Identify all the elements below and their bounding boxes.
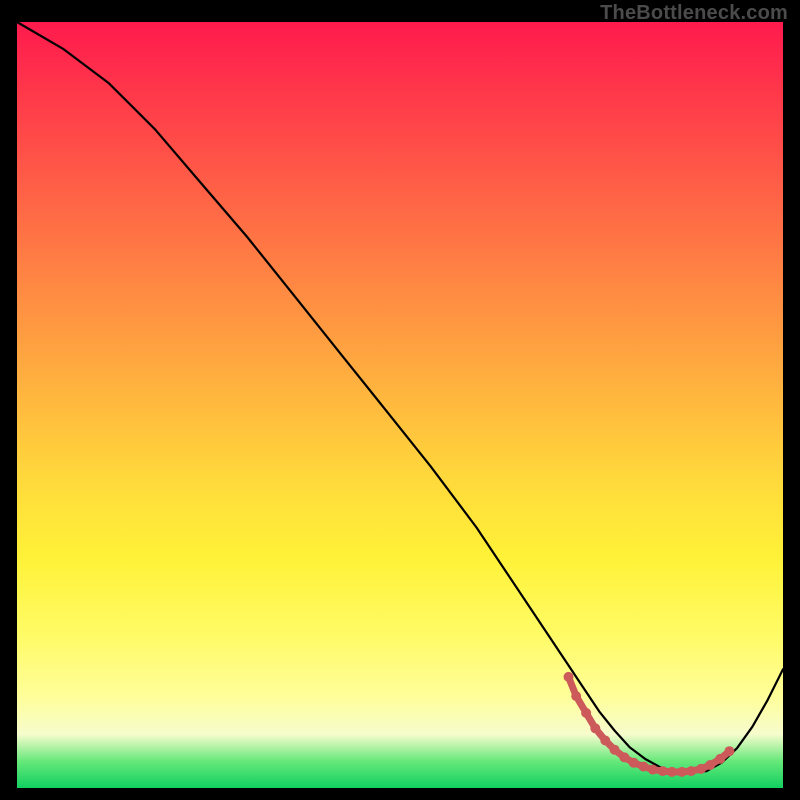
chart-svg — [17, 22, 783, 788]
highlight-dot — [629, 758, 639, 768]
highlight-dot — [648, 765, 658, 775]
highlight-dot — [619, 752, 629, 762]
highlight-dot — [564, 672, 574, 682]
highlight-dot — [705, 760, 715, 770]
highlight-dot — [677, 767, 687, 777]
highlight-dot — [581, 708, 591, 718]
highlight-dot — [696, 764, 706, 774]
highlight-dot — [667, 767, 677, 777]
highlight-dot — [686, 766, 696, 776]
highlight-dot — [639, 762, 649, 772]
highlight-dot — [724, 746, 734, 756]
highlight-dot — [571, 691, 581, 701]
chart-frame: TheBottleneck.com — [0, 0, 800, 800]
highlight-dot — [658, 766, 668, 776]
bottleneck-curve-line — [17, 22, 783, 773]
chart-plot-area — [17, 22, 783, 788]
highlight-dot — [610, 745, 620, 755]
highlight-dot — [715, 754, 725, 764]
highlight-dot — [590, 723, 600, 733]
highlight-dot — [600, 736, 610, 746]
